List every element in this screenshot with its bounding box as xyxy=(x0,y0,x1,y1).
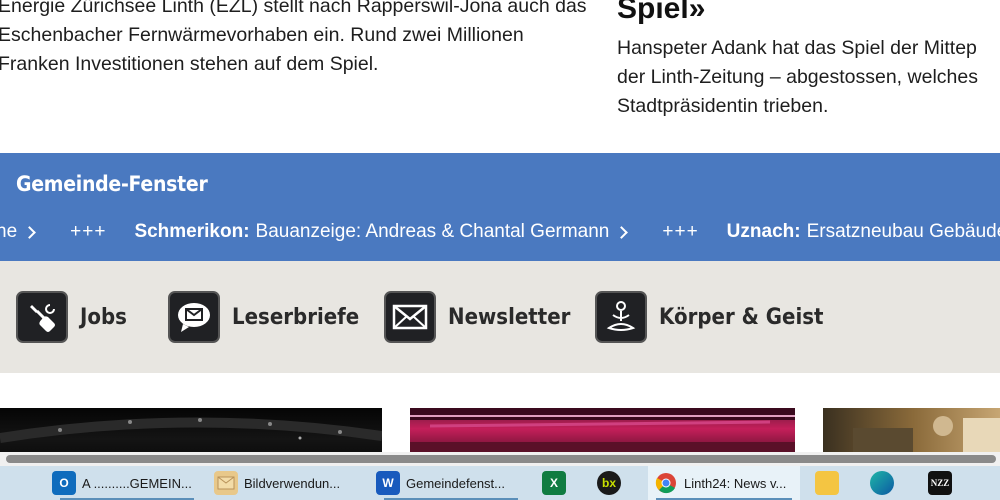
scrollbar-thumb[interactable] xyxy=(6,455,996,463)
article-title: Spiel» xyxy=(617,0,706,25)
article-teaser-left[interactable]: Energie Zürichsee Linth (EZL) stellt nac… xyxy=(0,0,598,79)
word-icon: W xyxy=(376,471,400,495)
ticker-item[interactable]: ne xyxy=(0,221,70,243)
link-koerper-geist[interactable]: Körper & Geist xyxy=(595,291,842,343)
taskbar-label: Linth24: News v... xyxy=(684,475,787,491)
horizontal-scrollbar[interactable] xyxy=(0,452,1000,466)
ticker-item[interactable]: Schmerikon: Bauanzeige: Andreas & Chanta… xyxy=(134,221,662,243)
meditation-icon xyxy=(595,291,647,343)
article-teaser-text: Energie Zürichsee Linth (EZL) stellt nac… xyxy=(0,0,587,75)
taskbar-item-word[interactable]: W Gemeindefenst... xyxy=(376,466,526,500)
taskbar: O A ..........GEMEIN... Bildverwendun...… xyxy=(0,466,1000,500)
taskbar-label: Gemeindefenst... xyxy=(406,475,505,491)
link-label: Leserbriefe xyxy=(232,304,360,330)
link-label: Körper & Geist xyxy=(659,304,824,330)
ticker-text: Ersatzneubau Gebäude xyxy=(806,221,1000,242)
taskbar-item-mail[interactable]: Bildverwendun... xyxy=(214,466,366,500)
article-teaser-right[interactable]: Spiel» Hanspeter Adank hat das Spiel der… xyxy=(617,0,1000,121)
bexio-icon: bx xyxy=(597,471,621,495)
taskbar-item-chrome[interactable]: Linth24: News v... xyxy=(648,466,800,500)
link-label: Jobs xyxy=(80,304,127,330)
gemeinde-fenster-section: Gemeinde-Fenster ne +++ Schmerikon: Baua… xyxy=(0,153,1000,261)
nzz-icon: NZZ xyxy=(928,471,952,495)
quick-links-bar: Jobs Leserbriefe Newsletter Körper & Gei… xyxy=(0,261,1000,373)
ticker-item[interactable]: Uznach: Ersatzneubau Gebäude xyxy=(727,221,1000,243)
hand-wrench-icon xyxy=(16,291,68,343)
link-newsletter[interactable]: Newsletter xyxy=(384,291,584,343)
envelope-icon xyxy=(384,291,436,343)
chevron-right-icon xyxy=(615,225,629,239)
taskbar-item-bexio[interactable]: bx xyxy=(597,466,637,500)
ticker-separator: +++ xyxy=(662,221,699,242)
mail-icon xyxy=(214,471,238,495)
section-title: Gemeinde-Fenster xyxy=(16,172,208,196)
ticker-place: Schmerikon: xyxy=(134,221,250,242)
outlook-icon: O xyxy=(52,471,76,495)
chrome-icon xyxy=(654,471,678,495)
ticker-place: Uznach: xyxy=(726,221,801,242)
taskbar-label: A ..........GEMEIN... xyxy=(82,475,192,491)
taskbar-item-excel[interactable]: X xyxy=(542,466,582,500)
link-leserbriefe[interactable]: Leserbriefe xyxy=(168,291,373,343)
article-teaser-text: Hanspeter Adank hat das Spiel der Mittep… xyxy=(617,37,978,117)
taskbar-item-file-explorer[interactable] xyxy=(815,466,851,500)
link-label: Newsletter xyxy=(448,304,571,330)
file-explorer-icon xyxy=(815,471,839,495)
link-jobs[interactable]: Jobs xyxy=(16,291,132,343)
taskbar-label: Bildverwendun... xyxy=(244,475,341,491)
taskbar-item-outlook[interactable]: O A ..........GEMEIN... xyxy=(52,466,202,500)
chevron-right-icon xyxy=(23,225,37,239)
news-ticker: ne +++ Schmerikon: Bauanzeige: Andreas &… xyxy=(0,217,1000,247)
taskbar-item-nzz[interactable]: NZZ xyxy=(928,466,962,500)
edge-icon xyxy=(870,471,894,495)
excel-icon: X xyxy=(542,471,566,495)
ticker-text: ne xyxy=(0,221,18,242)
speech-bubble-mail-icon xyxy=(168,291,220,343)
ticker-separator: +++ xyxy=(70,221,107,242)
taskbar-item-edge[interactable] xyxy=(870,466,906,500)
ticker-text: Bauanzeige: Andreas & Chantal Germann xyxy=(255,221,610,242)
